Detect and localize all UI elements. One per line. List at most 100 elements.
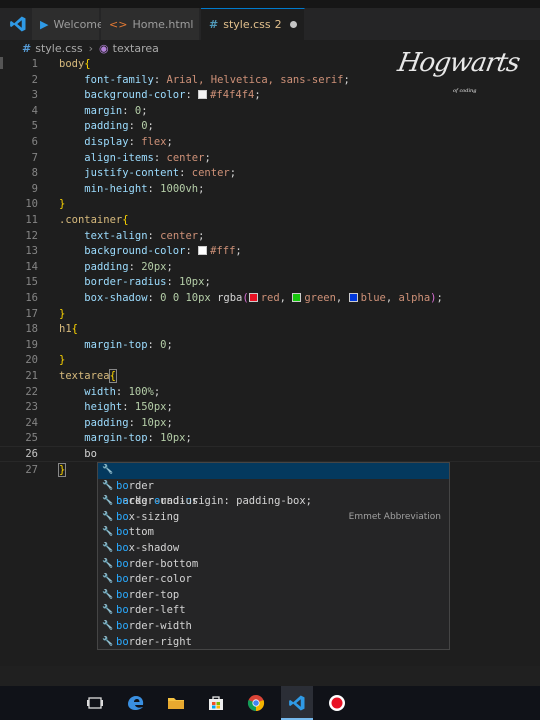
code-line[interactable]: 12 text-align: center; [0, 229, 540, 245]
code-line[interactable]: 26 bo [0, 447, 540, 463]
code-line[interactable]: 21 textarea{ [0, 369, 540, 385]
code-line[interactable]: 7 align-items: center; [0, 151, 540, 167]
code-text[interactable]: body{ [59, 57, 91, 73]
color-swatch[interactable] [292, 293, 302, 302]
code-text[interactable]: justify-content: center; [59, 166, 236, 182]
code-text[interactable]: padding: 20px; [59, 260, 173, 276]
tab-home-html[interactable]: <> Home.html [101, 8, 200, 40]
edge-icon[interactable] [127, 694, 145, 712]
breadcrumb-symbol[interactable]: textarea [113, 42, 159, 55]
code-line[interactable]: 17} [0, 307, 540, 323]
code-text[interactable]: font-family: Arial, Helvetica, sans-seri… [59, 73, 350, 89]
code-text[interactable]: margin-top: 10px; [59, 431, 192, 447]
code-line[interactable]: 23 height: 150px; [0, 400, 540, 416]
code-line[interactable]: 20} [0, 353, 540, 369]
code-line[interactable]: 6 display: flex; [0, 135, 540, 151]
line-number: 16 [25, 292, 38, 304]
code-line[interactable]: 4 margin: 0; [0, 104, 540, 120]
suggestion-item[interactable]: 🔧 border-left [98, 603, 449, 619]
css-value: Arial, Helvetica, sans-serif [166, 73, 344, 86]
suggestion-item[interactable]: 🔧 box-sizing [98, 510, 449, 526]
unsaved-dot-icon[interactable] [289, 21, 297, 28]
code-text[interactable]: height: 150px; [59, 400, 173, 416]
css-value: center [191, 167, 230, 180]
suggestion-item[interactable]: 🔧 box-shadow [98, 541, 449, 557]
code-line[interactable]: 18 h1{ [0, 322, 540, 338]
suggestion-item[interactable]: 🔧 border-right [98, 635, 449, 651]
tab-label: Welcome [53, 17, 104, 31]
store-icon[interactable] [207, 694, 225, 712]
task-view-icon[interactable] [86, 694, 104, 712]
code-text[interactable]: display: flex; [59, 135, 173, 151]
chrome-icon[interactable] [247, 694, 265, 712]
code-line[interactable]: 24 padding: 10px; [0, 416, 540, 432]
autocomplete-suggestions[interactable]: 🔧 background-origin: padding-box; Emmet … [97, 462, 450, 650]
color-swatch[interactable] [348, 293, 358, 302]
code-line[interactable]: 11 .container{ [0, 213, 540, 229]
logo-subtitle: of coding [453, 88, 477, 94]
css-property: justify-content [84, 167, 180, 180]
code-text[interactable]: text-align: center; [59, 229, 204, 245]
code-text[interactable]: background-color: #f4f4f4; [59, 88, 260, 104]
tab-style-css[interactable]: # style.css 2 [201, 8, 305, 40]
line-number: 19 [25, 338, 38, 351]
suggestion-item[interactable]: 🔧 border-color [98, 572, 449, 588]
suggestion-item[interactable]: 🔧 border-bottom [98, 557, 449, 573]
css-value: 1000vh [160, 182, 199, 195]
code-text[interactable]: } [59, 353, 65, 369]
code-text[interactable]: textarea{ [59, 369, 117, 385]
vscode-icon[interactable] [288, 694, 306, 712]
color-swatch[interactable] [198, 246, 208, 256]
breadcrumb-file[interactable]: style.css [35, 42, 82, 55]
code-text[interactable]: } [59, 307, 65, 323]
css-property: min-height [84, 182, 148, 195]
code-line[interactable]: 19 margin-top: 0; [0, 338, 540, 354]
line-number: 2 [31, 73, 38, 86]
code-text[interactable]: width: 100%; [59, 385, 160, 401]
code-line[interactable]: 22 width: 100%; [0, 385, 540, 401]
css-property: margin [84, 104, 123, 117]
suggestion-item[interactable]: 🔧 background-origin: padding-box; Emmet … [98, 463, 449, 522]
wrench-icon: 🔧 [102, 496, 114, 507]
suggestion-item[interactable]: 🔧 border-radius [98, 494, 449, 510]
code-text[interactable]: padding: 0; [59, 119, 154, 135]
code-line[interactable]: 15 border-radius: 10px; [0, 275, 540, 291]
code-text[interactable]: margin-top: 0; [59, 338, 173, 354]
code-text[interactable]: padding: 10px; [59, 416, 173, 432]
code-line[interactable]: 10} [0, 197, 540, 213]
suggestion-item[interactable]: 🔧 border-top [98, 588, 449, 604]
record-icon[interactable] [328, 694, 346, 712]
code-text[interactable]: .container{ [59, 213, 129, 229]
color-swatch[interactable] [198, 90, 208, 100]
suggestion-item[interactable]: 🔧 border [98, 479, 449, 495]
code-text[interactable]: h1{ [59, 322, 78, 338]
code-line[interactable]: 25 margin-top: 10px; [0, 431, 540, 447]
code-text[interactable]: align-items: center; [59, 151, 210, 167]
code-line[interactable]: 8 justify-content: center; [0, 166, 540, 182]
code-text[interactable]: background-color: #fff; [59, 244, 241, 260]
css-property: border-radius [84, 276, 167, 289]
wrench-icon: 🔧 [102, 574, 114, 585]
code-line[interactable]: 13 background-color: #fff; [0, 244, 540, 260]
code-line[interactable]: 5 padding: 0; [0, 119, 540, 135]
file-explorer-icon[interactable] [167, 694, 185, 712]
wrench-icon: 🔧 [102, 621, 114, 631]
suggestion-item[interactable]: 🔧 bottom [98, 525, 449, 541]
code-text[interactable]: margin: 0; [59, 104, 147, 120]
code-line[interactable]: 16 box-shadow: 0 0 10px rgba(red, green,… [0, 291, 540, 307]
suggestion-item[interactable]: 🔧 border-width [98, 619, 449, 635]
code-text[interactable]: min-height: 1000vh; [59, 182, 204, 198]
code-line[interactable]: 9 min-height: 1000vh; [0, 182, 540, 198]
tab-welcome[interactable]: ▶ Welcome [32, 8, 104, 40]
code-text[interactable]: border-radius: 10px; [59, 275, 210, 291]
css-value: center [160, 229, 199, 242]
css-icon: # [209, 18, 219, 31]
vscode-icon[interactable] [9, 15, 27, 33]
color-swatch[interactable] [248, 293, 258, 302]
code-text[interactable]: box-shadow: 0 0 10px rgba(red, green, bl… [59, 291, 443, 307]
wrench-icon: 🔧 [102, 527, 114, 538]
code-text[interactable]: } [57, 462, 67, 479]
code-text[interactable]: } [59, 197, 65, 213]
code-text[interactable]: bo [59, 447, 97, 463]
code-line[interactable]: 14 padding: 20px; [0, 260, 540, 276]
